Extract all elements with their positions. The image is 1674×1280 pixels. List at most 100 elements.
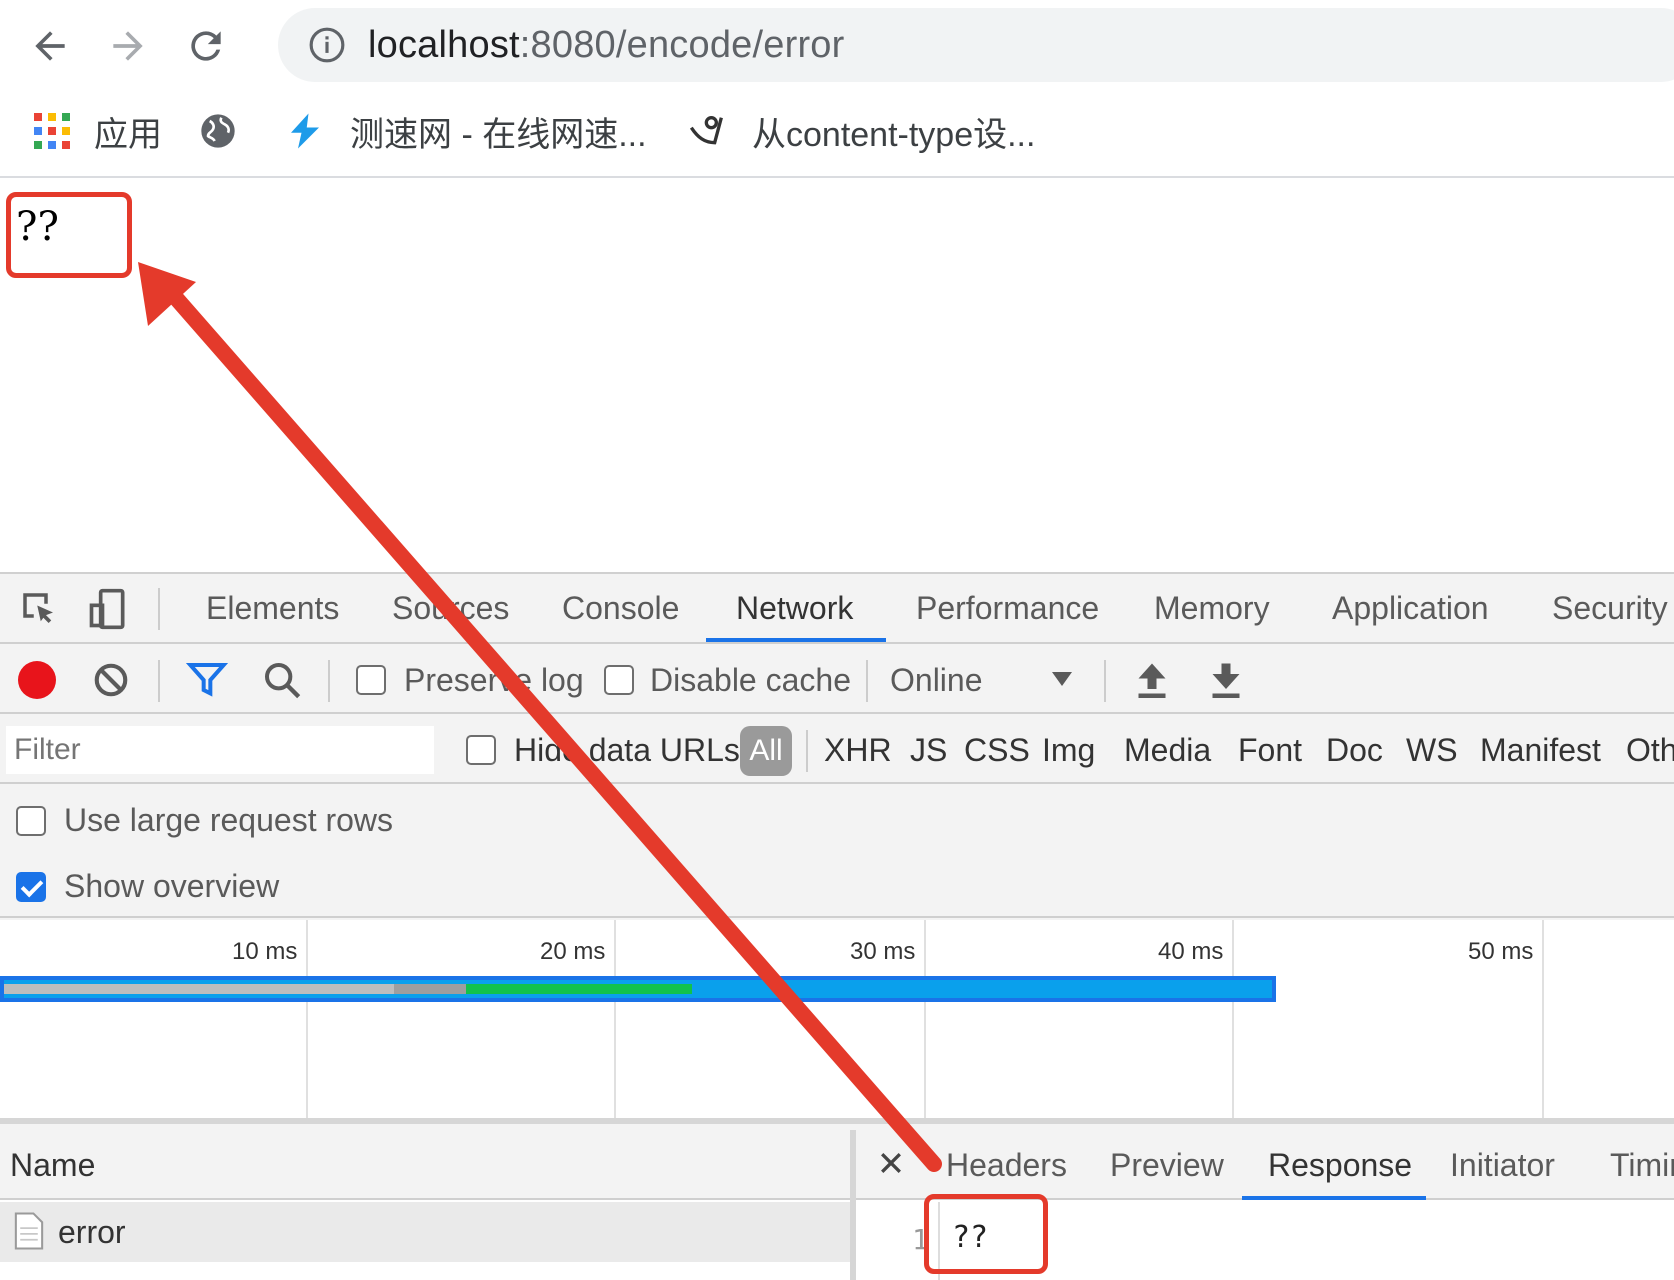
export-har-icon[interactable] xyxy=(1208,660,1244,700)
column-name-label: Name xyxy=(10,1147,96,1183)
timing-segment-stalled xyxy=(394,984,466,994)
request-name: error xyxy=(58,1214,126,1250)
apps-grid-icon xyxy=(34,113,70,149)
tick-label: 50 ms xyxy=(1468,938,1534,965)
type-filter-doc[interactable]: Doc xyxy=(1326,730,1383,770)
tab-timing[interactable]: Timing xyxy=(1610,1145,1674,1185)
show-overview-checkbox[interactable] xyxy=(16,872,46,902)
annotation-box-page xyxy=(6,192,132,278)
disable-cache-label: Disable cache xyxy=(650,662,851,698)
grid-line xyxy=(1232,920,1234,1118)
type-filter-js[interactable]: JS xyxy=(910,730,947,770)
forward-button[interactable] xyxy=(98,16,158,76)
page-viewport: ?? xyxy=(0,180,1674,572)
type-filter-media[interactable]: Media xyxy=(1124,730,1211,770)
tab-memory[interactable]: Memory xyxy=(1154,588,1270,628)
separator xyxy=(158,660,160,702)
tick-label: 40 ms xyxy=(1158,938,1224,965)
url-host: localhost xyxy=(368,24,520,66)
close-icon[interactable] xyxy=(880,1152,902,1174)
type-filter-other[interactable]: Other xyxy=(1626,730,1674,770)
tick-label: 20 ms xyxy=(540,938,606,965)
device-toolbar-icon[interactable] xyxy=(86,586,130,632)
type-filter-xhr[interactable]: XHR xyxy=(824,730,892,770)
filter-icon[interactable] xyxy=(186,660,228,700)
arrow-left-icon xyxy=(35,31,65,61)
bookmark-content-type[interactable]: 从content-type设... xyxy=(688,106,1035,156)
url-text[interactable]: localhost:8080/encode/error xyxy=(368,22,845,68)
filter-bar: Hide data URLs All XHR JS CSS Img Media … xyxy=(0,716,1674,784)
tab-initiator[interactable]: Initiator xyxy=(1450,1145,1555,1185)
grid-line xyxy=(924,920,926,1118)
preserve-log-checkbox[interactable] xyxy=(356,665,386,695)
devtools-tab-bar: Elements Sources Console Network Perform… xyxy=(0,574,1674,644)
throttle-value: Online xyxy=(890,662,983,698)
network-overview[interactable]: 10 ms 20 ms 30 ms 40 ms 50 ms xyxy=(0,920,1674,1124)
address-bar[interactable]: localhost:8080/encode/error xyxy=(278,8,1674,82)
network-settings: Use large request rows Show overview xyxy=(0,786,1674,918)
timing-segment-queued xyxy=(4,984,394,994)
requests-table: Name error xyxy=(0,1130,856,1280)
grid-line xyxy=(614,920,616,1118)
type-filter-manifest[interactable]: Manifest xyxy=(1480,730,1601,770)
throttle-select[interactable]: Online xyxy=(890,660,1080,700)
separator xyxy=(328,660,330,702)
tick-label: 10 ms xyxy=(232,938,298,965)
search-icon[interactable] xyxy=(262,660,302,700)
clear-icon[interactable] xyxy=(92,661,130,699)
type-filter-css[interactable]: CSS xyxy=(964,730,1030,770)
timing-segment-waiting xyxy=(466,984,692,994)
inspect-element-icon[interactable] xyxy=(18,588,60,630)
separator xyxy=(866,660,868,702)
table-row[interactable]: error xyxy=(0,1202,850,1262)
site-logo-icon xyxy=(689,116,723,145)
bookmark-speedtest[interactable]: 测速网 - 在线网速... xyxy=(284,106,647,156)
tab-sources[interactable]: Sources xyxy=(392,588,509,628)
tab-application[interactable]: Application xyxy=(1332,588,1489,628)
type-filter-all[interactable]: All xyxy=(740,726,792,776)
separator xyxy=(806,730,808,772)
show-overview-label: Show overview xyxy=(64,868,280,904)
hide-data-urls-checkbox[interactable] xyxy=(466,735,496,765)
type-filter-font[interactable]: Font xyxy=(1238,730,1302,770)
globe-icon xyxy=(201,114,235,148)
tab-network[interactable]: Network xyxy=(736,588,853,628)
network-toolbar: Preserve log Disable cache Online xyxy=(0,646,1674,714)
tab-response[interactable]: Response xyxy=(1268,1145,1412,1185)
bookmark-label: 从content-type设... xyxy=(752,115,1036,154)
large-rows-checkbox[interactable] xyxy=(16,806,46,836)
disable-cache-checkbox[interactable] xyxy=(604,665,634,695)
column-header-name[interactable]: Name xyxy=(0,1130,850,1200)
tab-performance[interactable]: Performance xyxy=(916,588,1099,628)
tick-label: 30 ms xyxy=(850,938,916,965)
request-timing-bar xyxy=(0,976,1276,1002)
bookmark-label: 应用 xyxy=(94,115,162,154)
record-button[interactable] xyxy=(18,661,56,699)
reload-button[interactable] xyxy=(176,16,236,76)
devtools-panel: Elements Sources Console Network Perform… xyxy=(0,572,1674,1280)
hide-data-urls-label: Hide data URLs xyxy=(514,732,740,768)
info-icon[interactable] xyxy=(308,26,346,64)
tab-security[interactable]: Security xyxy=(1552,588,1668,628)
preserve-log-label: Preserve log xyxy=(404,662,584,698)
import-har-icon[interactable] xyxy=(1134,660,1170,700)
separator xyxy=(1104,660,1106,702)
annotation-box-response xyxy=(924,1194,1048,1274)
detail-tab-bar: Headers Preview Response Initiator Timin… xyxy=(856,1130,1674,1200)
type-filter-ws[interactable]: WS xyxy=(1406,730,1458,770)
tab-console[interactable]: Console xyxy=(562,588,679,628)
back-button[interactable] xyxy=(20,16,80,76)
bookmark-globe[interactable] xyxy=(198,106,262,156)
bookmark-apps[interactable]: 应用 xyxy=(34,106,162,156)
url-path: :8080/encode/error xyxy=(519,24,845,66)
active-tab-indicator xyxy=(706,638,886,642)
type-filter-img[interactable]: Img xyxy=(1042,730,1095,770)
browser-chrome: localhost:8080/encode/error 应用 测速网 - 在线网… xyxy=(0,0,1674,178)
requests-area: Name error Headers Preview Response Init… xyxy=(0,1130,1674,1280)
tab-preview[interactable]: Preview xyxy=(1110,1145,1224,1185)
reload-icon xyxy=(191,31,221,61)
speedtest-logo-icon xyxy=(291,113,319,149)
tab-headers[interactable]: Headers xyxy=(946,1145,1067,1185)
tab-elements[interactable]: Elements xyxy=(206,588,339,628)
filter-input[interactable] xyxy=(6,726,434,774)
